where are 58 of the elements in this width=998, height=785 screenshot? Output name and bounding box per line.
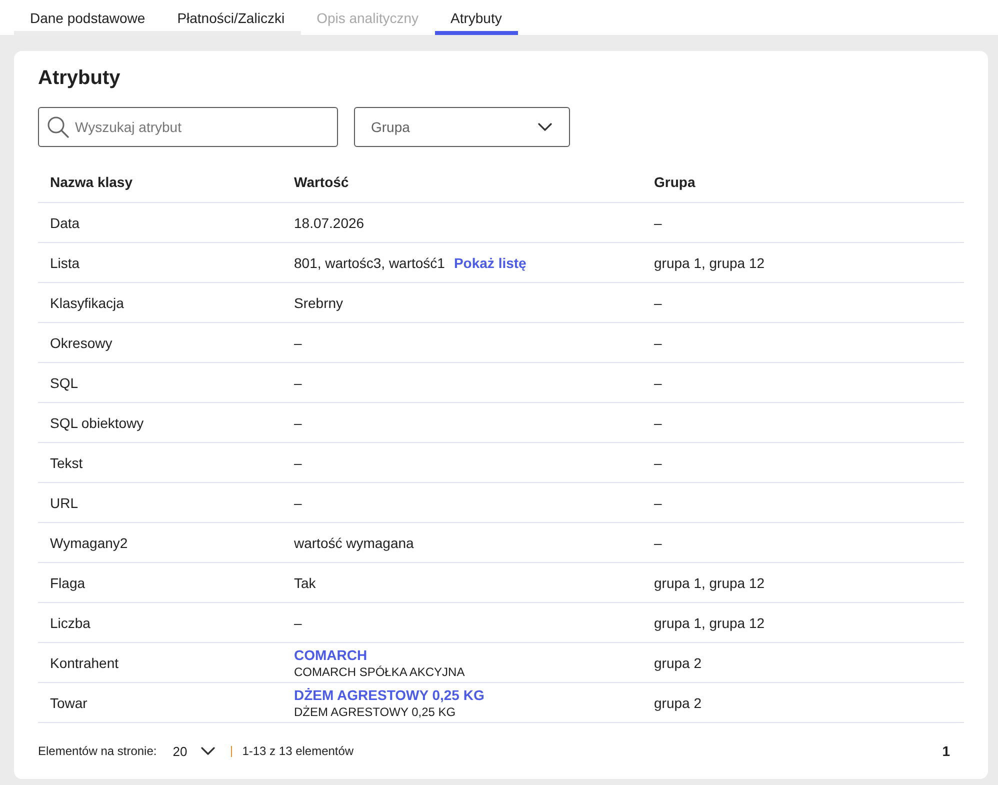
table-cell-text: Tekst <box>49 454 84 470</box>
table-cell-text: Flaga <box>49 574 86 590</box>
table-cell-text: Okresowy <box>49 334 114 350</box>
table-cell-text: – <box>653 334 663 350</box>
table-cell-text: Lista <box>49 254 81 270</box>
column-header: Grupa <box>653 174 696 190</box>
entity-full-name: COMARCH SPÓŁKA AKCYJNA <box>294 664 465 680</box>
table-cell-text: URL <box>49 494 80 510</box>
table-cell-text: wartość wymagana <box>293 534 415 550</box>
table-cell-text: grupa 1, grupa 12 <box>653 574 766 590</box>
table-cell-text: – <box>653 374 663 390</box>
table-cell-text: 18.07.2026 <box>293 214 366 230</box>
table-cell-text: – <box>293 494 303 510</box>
table-cell-text: Liczba <box>49 614 92 630</box>
table-cell-text: SQL obiektowy <box>49 414 145 430</box>
table-cell-text: – <box>293 454 303 470</box>
tab[interactable]: Atrybuty <box>434 0 518 35</box>
table-cell-text: grupa 2 <box>653 694 702 710</box>
chevron-down-icon <box>538 123 552 131</box>
column-header: Nazwa klasy <box>49 174 134 190</box>
table-cell-text: – <box>653 534 663 550</box>
table-cell-text: Towar <box>49 694 88 710</box>
table-cell-text: – <box>653 214 663 230</box>
table-cell-text: – <box>653 414 663 430</box>
entity-code-link[interactable]: DŻEM AGRESTOWY 0,25 KG <box>294 686 484 704</box>
table-cell-text: – <box>293 614 303 630</box>
table-cell-text: Wymagany2 <box>49 534 129 550</box>
table-cell-text: – <box>293 334 303 350</box>
group-select[interactable]: Grupa <box>354 107 570 147</box>
table-cell-text: Tak <box>293 574 317 590</box>
table-cell-text: – <box>653 494 663 510</box>
table-cell-text: Data <box>49 214 81 230</box>
item-range-text: 1-13 z 13 elementów <box>242 744 354 758</box>
table-cell-text: grupa 1, grupa 12 <box>653 614 766 630</box>
chevron-down-icon <box>201 747 216 755</box>
table-cell-text: grupa 1, grupa 12 <box>653 254 766 270</box>
table-cell-text: – <box>293 414 303 430</box>
table-cell-text: – <box>653 454 663 470</box>
table-cell-text: Klasyfikacja <box>49 294 125 310</box>
table-cell-text: Srebrny <box>293 294 344 310</box>
page-size-select[interactable]: 20 <box>172 742 216 760</box>
table-cell-text: SQL <box>49 374 80 390</box>
show-list-link[interactable]: Pokaż listę <box>454 254 526 270</box>
search-field[interactable]: Wyszukaj atrybut <box>38 107 338 147</box>
entity-full-name: DŻEM AGRESTOWY 0,25 KG <box>294 704 456 720</box>
table-cell-text: – <box>653 294 663 310</box>
cell-text: 801, wartośc3, wartość1 <box>294 254 445 270</box>
entity-code-link[interactable]: COMARCH <box>294 646 368 664</box>
panel-title: Atrybuty <box>38 66 120 91</box>
page-size-label: Elementów na stronie: <box>38 744 157 758</box>
page-button[interactable]: 1 <box>934 739 964 763</box>
table-cell-text: Kontrahent <box>49 654 120 670</box>
table-cell-text: – <box>293 374 303 390</box>
tab[interactable]: Dane podstawowe <box>14 0 162 35</box>
column-header: Wartość <box>293 174 350 190</box>
tab[interactable]: Płatności/Zaliczki <box>161 0 301 35</box>
search-icon <box>47 116 69 138</box>
table-cell-text: grupa 2 <box>653 654 702 670</box>
